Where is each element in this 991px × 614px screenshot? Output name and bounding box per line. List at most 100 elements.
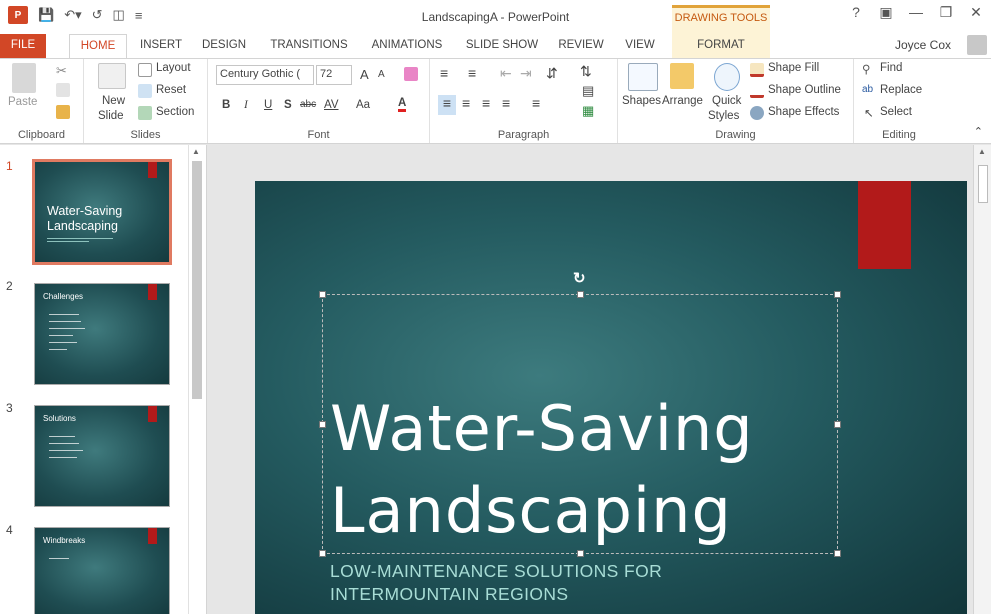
resize-handle[interactable] [319,421,326,428]
section-icon[interactable] [138,106,152,120]
select-icon[interactable]: ↖ [864,106,874,120]
quick-styles-label-1[interactable]: Quick [712,95,741,107]
font-name-box[interactable]: Century Gothic ( [216,65,314,85]
cut-icon[interactable]: ✂ [56,63,70,78]
change-case-button[interactable]: Aa [356,99,370,111]
shape-effects-icon[interactable] [750,106,764,120]
replace-icon[interactable]: ab [862,84,873,95]
thumbnail-scrollbar[interactable]: ▲ [188,145,204,614]
shapes-button[interactable]: Shapes [622,95,661,107]
slide-title[interactable]: Water-Saving Landscaping [330,388,754,552]
align-text-icon[interactable]: ▤ [582,83,594,99]
tab-file[interactable]: FILE [0,34,46,58]
italic-button[interactable]: I [244,99,248,111]
slide-subtitle[interactable]: LOW-MAINTENANCE SOLUTIONS FOR INTERMOUNT… [330,560,662,606]
quick-styles-icon[interactable] [714,63,740,91]
tab-transitions[interactable]: TRANSITIONS [266,34,352,58]
slide-thumbnail-pane[interactable]: 1 Water-Saving Landscaping 2 Challenges … [0,145,207,614]
scroll-up-icon[interactable]: ▲ [978,147,986,156]
format-painter-icon[interactable] [56,105,70,119]
grow-font-button[interactable]: A [360,67,369,82]
shape-outline-button[interactable]: Shape Outline [768,84,841,96]
align-center-icon[interactable]: ≡ [462,95,470,111]
new-slide-label-1[interactable]: New [102,95,125,107]
text-direction-icon[interactable]: ⇅ [580,63,592,80]
tab-animations[interactable]: ANIMATIONS [366,34,448,58]
align-right-icon[interactable]: ≡ [482,95,490,111]
replace-button[interactable]: Replace [880,84,922,96]
avatar[interactable] [967,35,987,55]
tab-review[interactable]: REVIEW [556,34,606,58]
resize-handle[interactable] [834,421,841,428]
resize-handle[interactable] [834,550,841,557]
new-slide-icon[interactable] [98,63,126,89]
scrollbar-thumb[interactable] [192,161,202,399]
shape-fill-button[interactable]: Shape Fill [768,62,819,74]
resize-handle[interactable] [834,291,841,298]
slide-scrollbar[interactable]: ▲ [973,145,991,614]
section-button[interactable]: Section [156,106,194,118]
tab-insert[interactable]: INSERT [138,34,184,58]
user-name[interactable]: Joyce Cox [895,38,951,52]
quick-styles-label-2[interactable]: Styles [708,110,739,122]
resize-handle[interactable] [319,550,326,557]
strikethrough-button[interactable]: abc [300,99,316,110]
shrink-font-button[interactable]: A [378,69,385,80]
paste-icon[interactable] [12,63,36,93]
close-icon[interactable]: ✕ [961,4,991,21]
new-slide-label-2[interactable]: Slide [98,110,124,122]
copy-icon[interactable] [56,83,70,97]
shape-effects-button[interactable]: Shape Effects [768,106,839,118]
decrease-indent-icon[interactable]: ⇤ [500,65,512,82]
resize-handle[interactable] [577,291,584,298]
tab-home[interactable]: HOME [69,34,127,59]
resize-handle[interactable] [319,291,326,298]
layout-icon[interactable] [138,63,152,77]
shape-fill-icon[interactable] [750,63,764,77]
clear-formatting-icon[interactable] [404,67,418,81]
scroll-up-icon[interactable]: ▲ [192,147,200,156]
collapse-ribbon-icon[interactable]: ⌃ [974,125,983,138]
paragraph-label: Paragraph [497,129,550,141]
columns-icon[interactable]: ≡ [532,95,540,111]
arrange-button[interactable]: Arrange [662,95,703,107]
paste-button[interactable]: Paste [8,96,37,108]
tab-format[interactable]: FORMAT [672,34,770,58]
find-icon[interactable]: ⚲ [862,62,870,76]
find-button[interactable]: Find [880,62,902,74]
tab-slide-show[interactable]: SLIDE SHOW [464,34,540,58]
minimize-icon[interactable]: — [901,4,931,21]
select-button[interactable]: Select [880,106,912,118]
shape-outline-icon[interactable] [750,84,764,98]
thumbnail-slide-1[interactable]: Water-Saving Landscaping [32,159,172,265]
shapes-icon[interactable] [628,63,658,91]
underline-button[interactable]: U [264,99,272,111]
bold-button[interactable]: B [222,99,230,111]
ribbon-display-options-icon[interactable]: ▣ [871,4,901,21]
font-label: Font [307,129,330,141]
line-spacing-icon[interactable]: ⇵ [546,65,558,82]
numbering-icon[interactable]: ≡ [468,65,476,81]
thumbnail-slide-2[interactable]: Challenges [34,283,170,385]
character-spacing-button[interactable]: AV [324,99,339,111]
thumbnail-slide-3[interactable]: Solutions [34,405,170,507]
scrollbar-thumb[interactable] [978,165,988,203]
rotate-handle-icon[interactable]: ↻ [573,269,586,287]
bullets-icon[interactable]: ≡ [440,65,448,81]
font-size-box[interactable]: 72 [316,65,352,85]
font-color-button[interactable]: A [398,97,407,112]
smartart-icon[interactable]: ▦ [582,103,594,119]
arrange-icon[interactable] [670,63,694,89]
tab-view[interactable]: VIEW [620,34,660,58]
shadow-button[interactable]: S [284,99,292,111]
help-icon[interactable]: ? [841,4,871,21]
justify-icon[interactable]: ≡ [502,95,510,111]
thumbnail-slide-4[interactable]: Windbreaks [34,527,170,614]
tab-design[interactable]: DESIGN [199,34,249,58]
layout-button[interactable]: Layout [156,62,191,74]
reset-icon[interactable] [138,84,152,98]
increase-indent-icon[interactable]: ⇥ [520,65,532,82]
reset-button[interactable]: Reset [156,84,186,96]
align-left-icon[interactable]: ≡ [438,95,456,115]
restore-icon[interactable]: ❐ [931,4,961,21]
